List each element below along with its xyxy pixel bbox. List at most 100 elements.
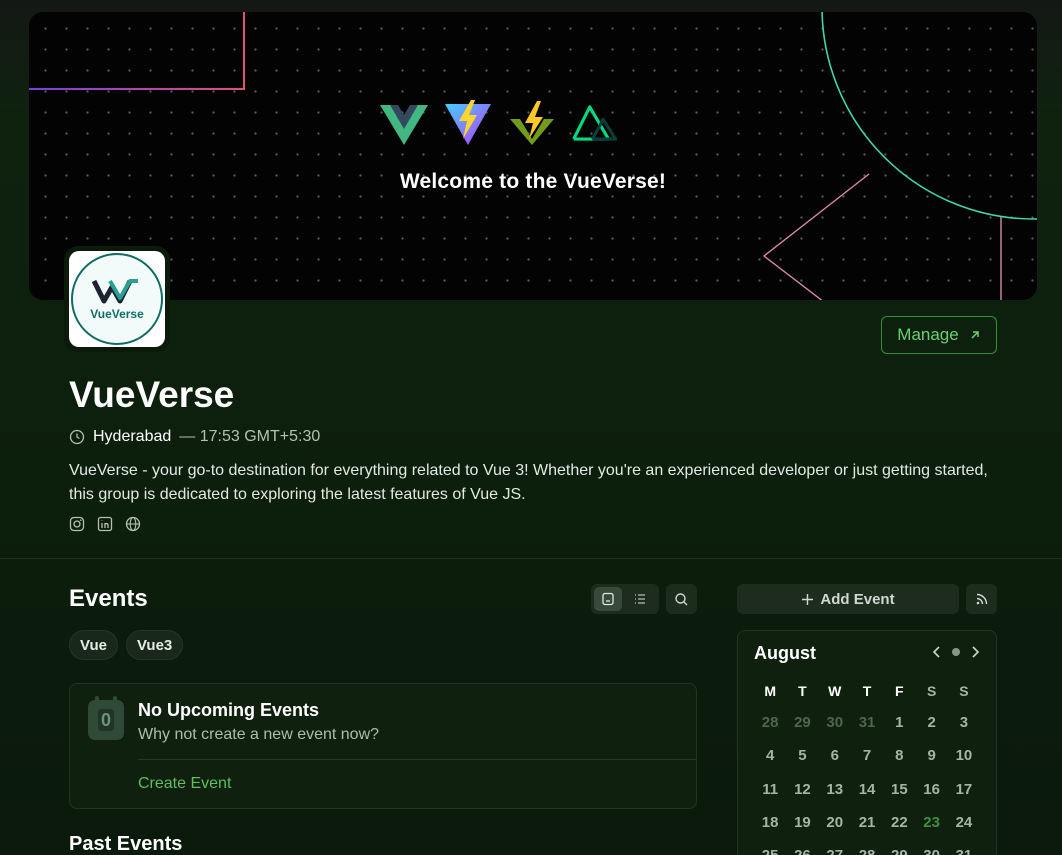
calendar-day[interactable]: 28 (851, 847, 883, 855)
calendar-day[interactable]: 31 (851, 714, 883, 731)
calendar-day[interactable]: 22 (883, 814, 915, 831)
list-view-icon (635, 594, 645, 604)
calendar-day[interactable]: 18 (754, 814, 786, 831)
search-icon (675, 592, 688, 605)
group-description: VueVerse - your go-to destination for ev… (69, 462, 988, 503)
calendar-day[interactable]: 17 (948, 781, 980, 798)
nuxt-logo-icon (572, 105, 618, 141)
calendar-day[interactable]: 16 (915, 781, 947, 798)
calendar-day[interactable]: 20 (819, 814, 851, 831)
add-event-label: Add Event (820, 590, 895, 608)
list-view-button[interactable] (626, 587, 654, 611)
past-events-title: Past Events (69, 833, 183, 855)
chevron-right-icon[interactable] (970, 645, 980, 659)
calendar-weekday: S (926, 683, 937, 699)
avatar-label: VueVerse (90, 306, 144, 321)
banner-decoration (29, 12, 1037, 300)
calendar-day[interactable]: 8 (883, 747, 915, 764)
calendar-day[interactable]: 27 (819, 847, 851, 855)
calendar-day[interactable]: 1 (883, 714, 915, 731)
globe-icon[interactable] (125, 516, 141, 532)
calendar-day[interactable]: 13 (819, 781, 851, 798)
banner-logos (379, 98, 623, 148)
calendar-weekday: F (895, 683, 904, 699)
calendar-day[interactable]: 28 (754, 714, 786, 731)
calendar-day[interactable]: 29 (883, 847, 915, 855)
events-title: Events (69, 585, 148, 612)
location-row: Hyderabad — 17:53 GMT+5:30 (69, 428, 320, 446)
calendar-day[interactable]: 2 (915, 714, 947, 731)
calendar-month: August (754, 643, 816, 663)
calendar-week-row: 25262728293031 (754, 839, 982, 855)
calendar-week-row: 28 29 30 31 1 2 3 (754, 706, 982, 739)
calendar-day[interactable]: 26 (786, 847, 818, 855)
calendar-day[interactable]: 7 (851, 747, 883, 764)
calendar-day[interactable]: 9 (915, 747, 947, 764)
calendar-zero-count: 0 (98, 709, 114, 731)
calendar-day[interactable]: 10 (948, 747, 980, 764)
calendar-weekday: M (764, 683, 776, 699)
calendar-day[interactable]: 11 (754, 781, 786, 798)
calendar-week-row: 4 5 6 7 8 9 10 (754, 739, 982, 772)
calendar-day[interactable]: 19 (786, 814, 818, 831)
empty-title: No Upcoming Events (138, 700, 320, 720)
calendar-day[interactable]: 30 (915, 847, 947, 855)
group-name: VueVerse (69, 374, 235, 415)
banner-title: Welcome to the VueVerse! (399, 170, 667, 193)
calendar-day[interactable]: 21 (851, 814, 883, 831)
manage-button[interactable]: Manage (881, 316, 997, 354)
calendar-day[interactable]: 24 (948, 814, 980, 831)
search-events-button[interactable] (666, 584, 697, 614)
calendar-day[interactable]: 25 (754, 847, 786, 855)
calendar-grid: M T W T F S S 28 29 30 31 1 2 3 4 5 6 7 8 9 10 11 12 13 14 15 16 17… (754, 681, 982, 855)
calendar-day[interactable]: 15 (883, 781, 915, 798)
card-divider (138, 759, 696, 760)
social-links (69, 516, 141, 532)
location-time: — 17:53 GMT+5:30 (179, 428, 321, 445)
events-calendar: August M T W T F S S 28 29 30 31 1 2 3 4 5 6 7 8 9 10 11 12 13 1… (737, 630, 997, 855)
clock-icon (69, 429, 85, 445)
card-view-button[interactable] (594, 587, 622, 611)
arrow-up-right-icon (971, 331, 979, 339)
no-upcoming-events-card: 0 No Upcoming Events Why not create a ne… (69, 683, 697, 809)
vueverse-logo-icon (92, 278, 138, 303)
empty-subtitle: Why not create a new event now? (138, 726, 380, 743)
calendar-day[interactable]: 12 (786, 781, 818, 798)
calendar-day[interactable]: 4 (754, 747, 786, 764)
calendar-day[interactable]: 6 (819, 747, 851, 764)
add-event-button[interactable]: Add Event (737, 584, 959, 614)
event-tags: Vue Vue3 (69, 630, 184, 660)
group-avatar: VueVerse (64, 246, 170, 352)
calendar-day[interactable]: 5 (786, 747, 818, 764)
calendar-nav (932, 645, 980, 659)
section-divider (0, 558, 1062, 559)
vue-logo-icon (380, 105, 428, 145)
calendar-day[interactable]: 23 (915, 814, 947, 831)
calendar-weekday: T (862, 683, 872, 699)
tag-vue3[interactable]: Vue3 (125, 630, 184, 660)
calendar-zero-icon: 0 (88, 696, 124, 740)
vitest-logo-icon (510, 101, 554, 145)
calendar-day[interactable]: 29 (786, 714, 818, 731)
calendar-week-row: 11 12 13 14 15 16 17 (754, 773, 982, 806)
vite-logo-icon (445, 100, 491, 145)
view-toggle (591, 584, 659, 614)
calendar-day[interactable]: 30 (819, 714, 851, 731)
rss-icon (976, 593, 987, 605)
calendar-day[interactable]: 3 (948, 714, 980, 731)
manage-label: Manage (897, 325, 959, 344)
tag-vue[interactable]: Vue (69, 630, 118, 660)
create-event-link[interactable]: Create Event (138, 775, 231, 793)
calendar-day[interactable]: 14 (851, 781, 883, 798)
chevron-left-icon[interactable] (932, 645, 942, 659)
calendar-weekday: S (959, 683, 969, 699)
calendar-week-row: 18 19 20 21 22 23 24 (754, 806, 982, 839)
linkedin-icon[interactable] (97, 516, 113, 532)
group-banner: Welcome to the VueVerse! (29, 12, 1037, 300)
calendar-weekday: T (798, 683, 807, 699)
rss-feed-button[interactable] (966, 584, 997, 614)
calendar-today-dot[interactable] (952, 648, 960, 656)
calendar-weekday-row: MTWTFSS (754, 681, 982, 701)
instagram-icon[interactable] (69, 516, 85, 532)
calendar-day[interactable]: 31 (948, 847, 980, 855)
